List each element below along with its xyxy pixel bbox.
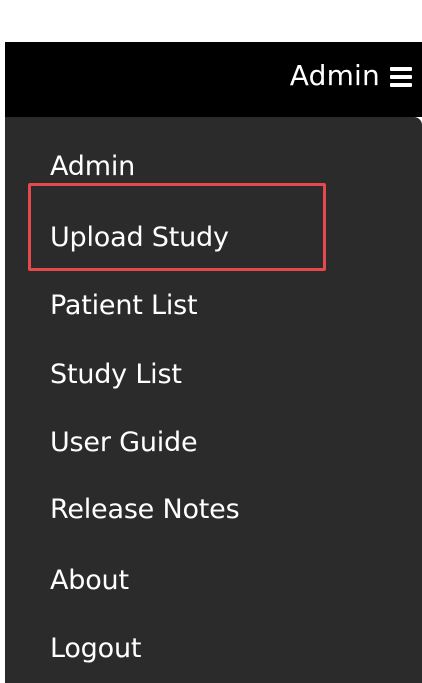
menu-item-study-list[interactable]: Study List	[50, 361, 182, 388]
menu-item-patient-list[interactable]: Patient List	[50, 292, 198, 319]
menu-item-release-notes[interactable]: Release Notes	[50, 496, 240, 523]
user-label: Admin	[289, 59, 380, 92]
dropdown-menu	[5, 117, 422, 683]
user-menu-toggle[interactable]: Admin	[290, 56, 412, 96]
menu-item-user-guide[interactable]: User Guide	[50, 429, 198, 456]
menu-item-upload-study[interactable]: Upload Study	[50, 224, 229, 251]
menu-item-logout[interactable]: Logout	[50, 635, 141, 662]
menu-item-about[interactable]: About	[50, 567, 129, 594]
hamburger-icon	[390, 66, 412, 87]
menu-item-admin[interactable]: Admin	[50, 153, 135, 180]
